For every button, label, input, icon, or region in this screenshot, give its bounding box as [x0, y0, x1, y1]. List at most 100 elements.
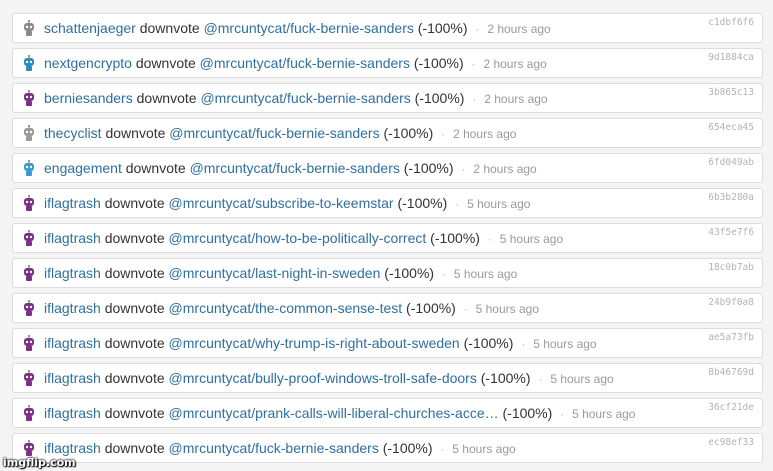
- voter-username-link[interactable]: engagement: [44, 160, 122, 176]
- vote-row: iflagtrash downvote @mrcuntycat/the-comm…: [12, 293, 763, 323]
- robot-avatar-icon[interactable]: [22, 125, 36, 142]
- separator-dot: ·: [560, 407, 565, 421]
- post-permalink[interactable]: @mrcuntycat/fuck-bernie-sanders: [190, 160, 400, 176]
- vote-weight-percent: (-100%): [502, 405, 553, 421]
- voter-username-link[interactable]: iflagtrash: [44, 440, 101, 456]
- robot-avatar-icon[interactable]: [22, 195, 36, 212]
- vote-action-label: downvote: [104, 300, 165, 316]
- transaction-hash[interactable]: ec98ef33: [708, 437, 754, 448]
- voter-username-link[interactable]: iflagtrash: [44, 405, 101, 421]
- transaction-hash[interactable]: 8b46769d: [708, 367, 754, 378]
- vote-weight-percent: (-100%): [397, 195, 448, 211]
- vote-line: iflagtrash downvote @mrcuntycat/how-to-b…: [44, 230, 687, 248]
- transaction-hash[interactable]: 18c0b7ab: [708, 262, 754, 273]
- voter-username-link[interactable]: iflagtrash: [44, 335, 101, 351]
- post-permalink[interactable]: @mrcuntycat/fuck-bernie-sanders: [200, 90, 410, 106]
- vote-row: iflagtrash downvote @mrcuntycat/why-trum…: [12, 328, 763, 358]
- vote-weight-percent: (-100%): [430, 230, 480, 246]
- relative-timestamp: 5 hours ago: [452, 442, 516, 456]
- post-permalink[interactable]: @mrcuntycat/subscribe-to-keemstar: [169, 195, 394, 211]
- separator-dot: ·: [487, 232, 492, 246]
- vote-row: thecyclist downvote @mrcuntycat/fuck-ber…: [12, 118, 763, 148]
- transaction-hash[interactable]: 6fd049ab: [708, 157, 754, 168]
- vote-row: schattenjaeger downvote @mrcuntycat/fuck…: [12, 13, 763, 43]
- post-permalink[interactable]: @mrcuntycat/last-night-in-sweden: [169, 265, 381, 281]
- post-permalink[interactable]: @mrcuntycat/the-common-sense-test: [169, 300, 403, 316]
- relative-timestamp: 5 hours ago: [533, 337, 597, 351]
- separator-dot: ·: [455, 197, 460, 211]
- transaction-hash[interactable]: 36cf21de: [708, 402, 754, 413]
- vote-line: iflagtrash downvote @mrcuntycat/bully-pr…: [44, 370, 687, 388]
- robot-avatar-icon[interactable]: [22, 90, 36, 107]
- vote-action-label: downvote: [104, 230, 165, 246]
- post-permalink[interactable]: @mrcuntycat/fuck-bernie-sanders: [169, 125, 379, 141]
- separator-dot: ·: [441, 127, 446, 141]
- vote-action-label: downvote: [104, 335, 165, 351]
- voter-username-link[interactable]: iflagtrash: [44, 195, 101, 211]
- vote-row: iflagtrash downvote @mrcuntycat/subscrib…: [12, 188, 763, 218]
- voter-username-link[interactable]: iflagtrash: [44, 300, 101, 316]
- post-permalink[interactable]: @mrcuntycat/bully-proof-windows-troll-sa…: [169, 370, 477, 386]
- vote-row: iflagtrash downvote @mrcuntycat/prank-ca…: [12, 398, 763, 428]
- vote-action-label: downvote: [105, 125, 166, 141]
- transaction-hash[interactable]: 6b3b280a: [708, 192, 754, 203]
- vote-line: schattenjaeger downvote @mrcuntycat/fuck…: [44, 20, 687, 38]
- transaction-hash[interactable]: ae5a73fb: [708, 332, 754, 343]
- voter-username-link[interactable]: iflagtrash: [44, 370, 101, 386]
- relative-timestamp: 5 hours ago: [550, 372, 614, 386]
- vote-weight-percent: (-100%): [417, 20, 468, 36]
- voter-username-link[interactable]: nextgencrypto: [44, 55, 132, 71]
- robot-avatar-icon[interactable]: [22, 20, 36, 37]
- robot-avatar-icon[interactable]: [22, 160, 36, 177]
- relative-timestamp: 2 hours ago: [473, 162, 537, 176]
- transaction-hash[interactable]: 43f5e7f6: [708, 227, 754, 238]
- robot-avatar-icon[interactable]: [22, 230, 36, 247]
- separator-dot: ·: [463, 302, 468, 316]
- vote-row: iflagtrash downvote @mrcuntycat/bully-pr…: [12, 363, 763, 393]
- transaction-hash[interactable]: 24b9f0a8: [708, 297, 754, 308]
- transaction-hash[interactable]: 654eca45: [708, 122, 754, 133]
- transaction-hash[interactable]: c1dbf6f6: [708, 17, 754, 28]
- relative-timestamp: 2 hours ago: [484, 92, 548, 106]
- post-permalink[interactable]: @mrcuntycat/prank-calls-will-liberal-chu…: [169, 405, 499, 421]
- vote-action-label: downvote: [104, 265, 165, 281]
- robot-avatar-icon[interactable]: [22, 440, 36, 457]
- robot-avatar-icon[interactable]: [22, 55, 36, 72]
- post-permalink[interactable]: @mrcuntycat/why-trump-is-right-about-swe…: [169, 335, 460, 351]
- vote-line: iflagtrash downvote @mrcuntycat/subscrib…: [44, 195, 687, 213]
- voter-username-link[interactable]: iflagtrash: [44, 230, 101, 246]
- vote-weight-percent: (-100%): [413, 55, 464, 71]
- separator-dot: ·: [440, 442, 445, 456]
- vote-weight-percent: (-100%): [382, 440, 433, 456]
- relative-timestamp: 5 hours ago: [499, 232, 564, 246]
- post-permalink[interactable]: @mrcuntycat/fuck-bernie-sanders: [169, 440, 379, 456]
- voter-username-link[interactable]: iflagtrash: [44, 265, 101, 281]
- transaction-hash[interactable]: 9d1884ca: [708, 52, 754, 63]
- vote-weight-percent: (-100%): [403, 160, 454, 176]
- vote-row: iflagtrash downvote @mrcuntycat/fuck-ber…: [12, 433, 763, 463]
- relative-timestamp: 2 hours ago: [453, 127, 517, 141]
- vote-row: iflagtrash downvote @mrcuntycat/last-nig…: [12, 258, 763, 288]
- transaction-hash[interactable]: 3b865c13: [708, 87, 754, 98]
- vote-weight-percent: (-100%): [384, 265, 435, 281]
- vote-line: iflagtrash downvote @mrcuntycat/prank-ca…: [44, 405, 687, 423]
- vote-action-label: downvote: [136, 90, 197, 106]
- post-permalink[interactable]: @mrcuntycat/fuck-bernie-sanders: [204, 20, 414, 36]
- vote-line: berniesanders downvote @mrcuntycat/fuck-…: [44, 90, 687, 108]
- voter-username-link[interactable]: thecyclist: [44, 125, 102, 141]
- robot-avatar-icon[interactable]: [22, 405, 36, 422]
- vote-line: engagement downvote @mrcuntycat/fuck-ber…: [44, 160, 687, 178]
- separator-dot: ·: [472, 92, 477, 106]
- separator-dot: ·: [538, 372, 543, 386]
- robot-avatar-icon[interactable]: [22, 370, 36, 387]
- voter-username-link[interactable]: schattenjaeger: [44, 20, 136, 36]
- post-permalink[interactable]: @mrcuntycat/fuck-bernie-sanders: [200, 55, 410, 71]
- robot-avatar-icon[interactable]: [22, 335, 36, 352]
- vote-action-label: downvote: [104, 440, 165, 456]
- voter-username-link[interactable]: berniesanders: [44, 90, 133, 106]
- robot-avatar-icon[interactable]: [22, 300, 36, 317]
- robot-avatar-icon[interactable]: [22, 265, 36, 282]
- post-permalink[interactable]: @mrcuntycat/how-to-be-politically-correc…: [169, 230, 427, 246]
- separator-dot: ·: [521, 337, 526, 351]
- relative-timestamp: 5 hours ago: [467, 197, 531, 211]
